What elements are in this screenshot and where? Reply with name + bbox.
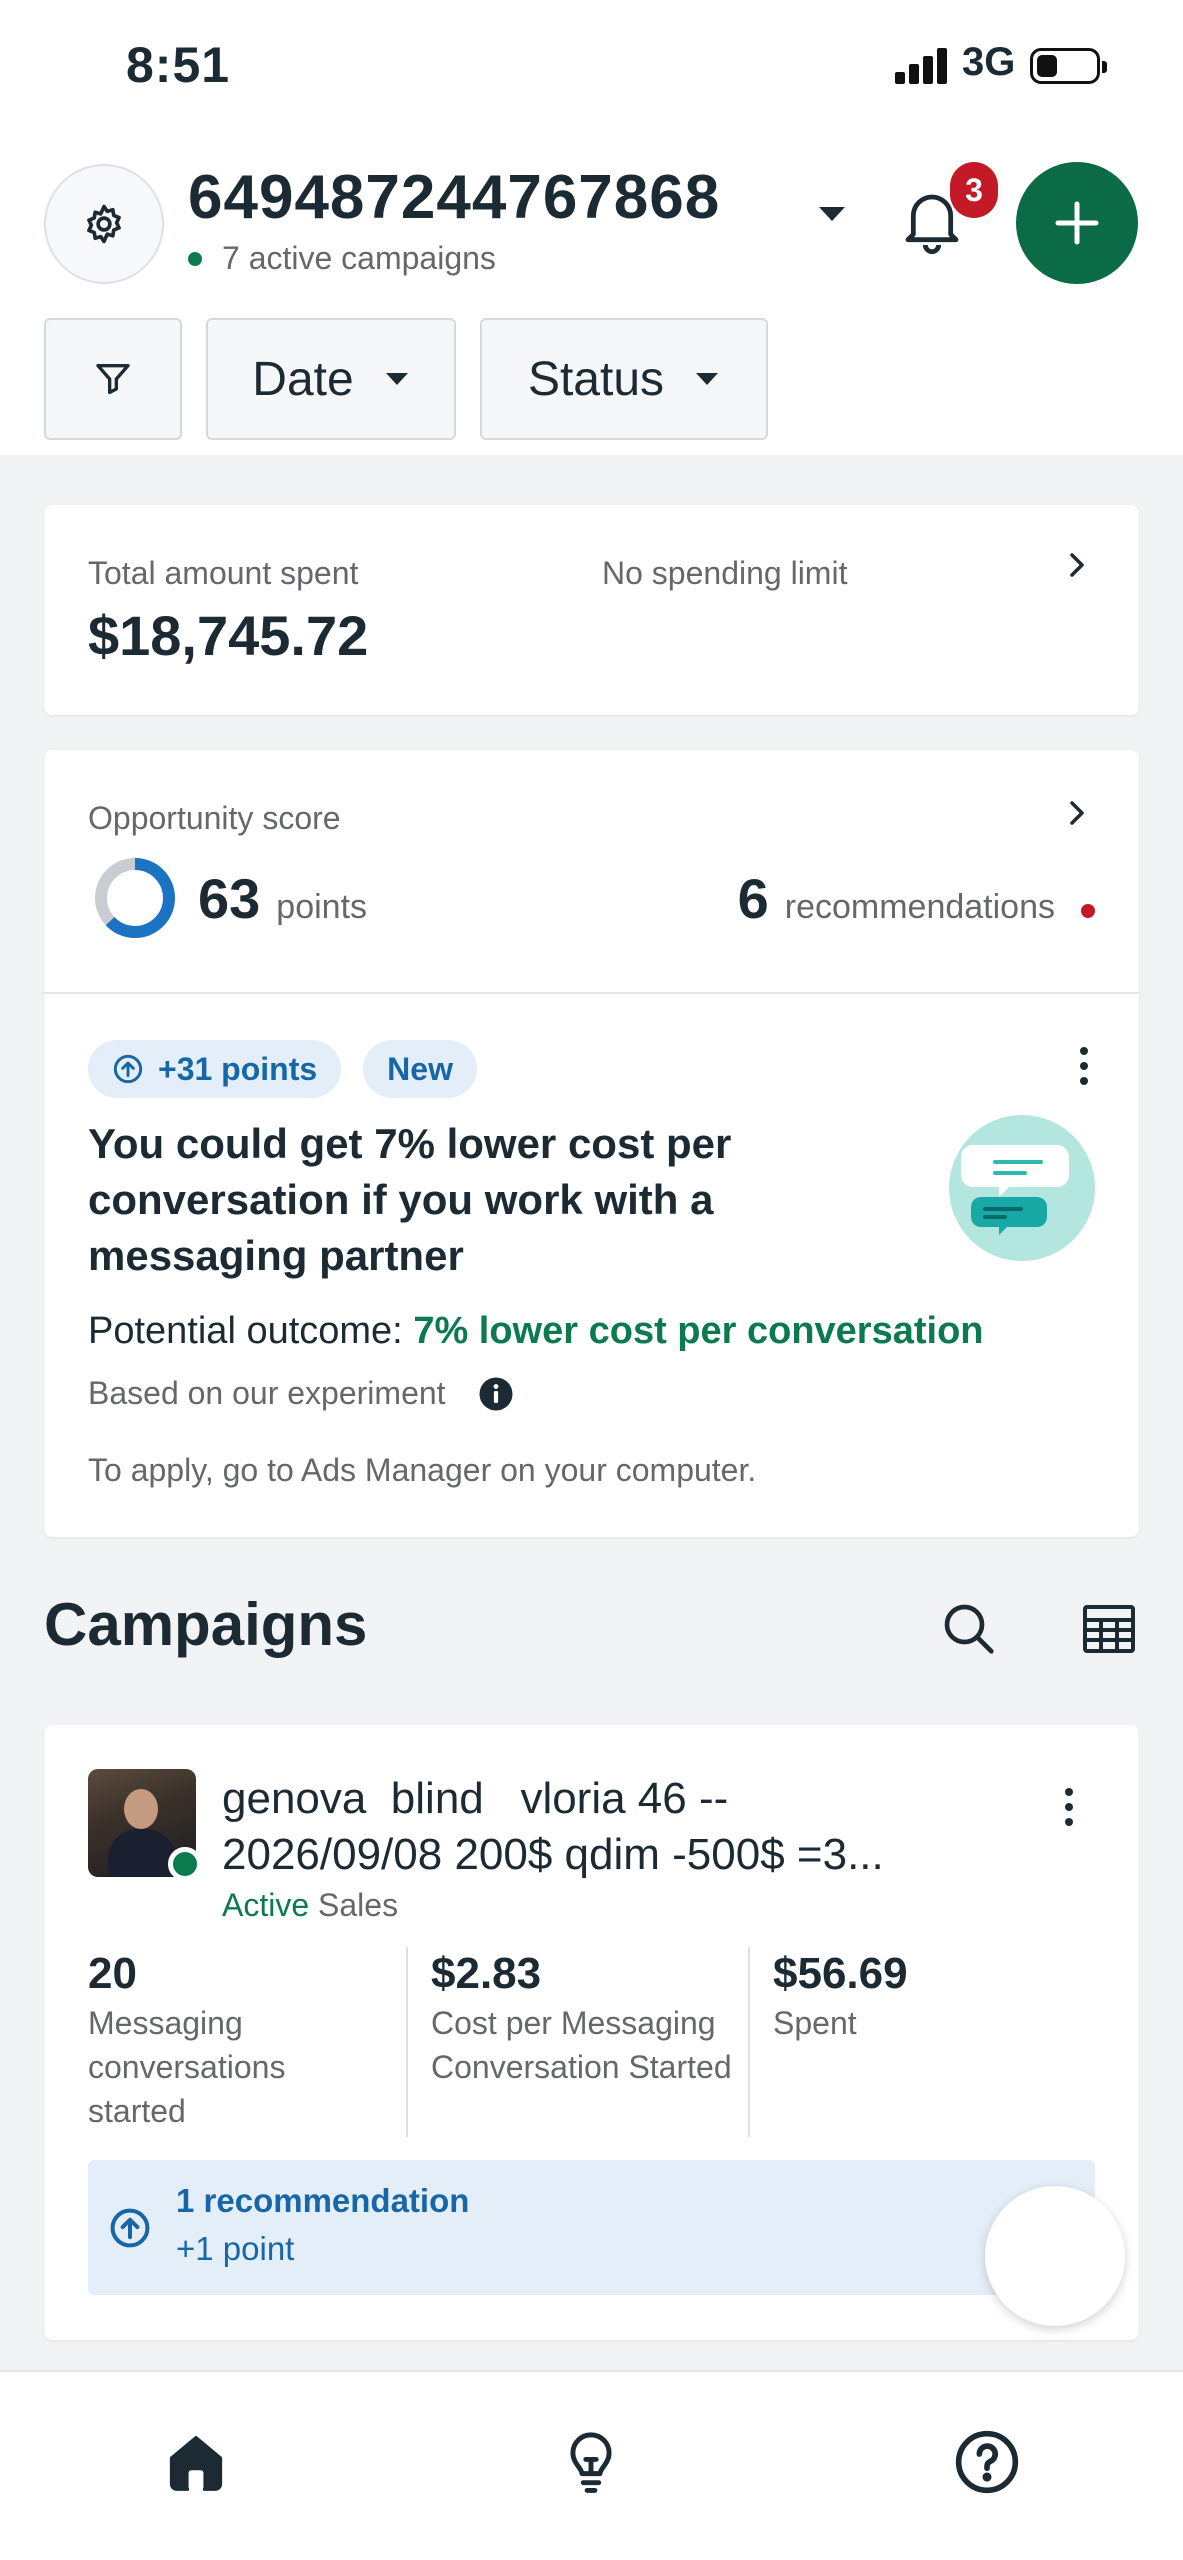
status-time: 8:51	[126, 37, 231, 93]
score-gauge	[95, 858, 175, 938]
active-campaigns-text: 7 active campaigns	[222, 240, 496, 276]
metric-spent: $56.69 Spent	[773, 1949, 1073, 2045]
opportunity-card: Opportunity score 63 points 6 recommenda…	[44, 750, 1139, 1537]
status-filter[interactable]: Status	[480, 318, 768, 440]
recommendation-tags: +31 points New	[88, 1040, 477, 1098]
caret-down-icon	[696, 373, 719, 385]
campaign-recommendation[interactable]: 1 recommendation +1 point	[88, 2160, 1095, 2295]
spending-limit-text: No spending limit	[602, 555, 848, 591]
active-status-dot	[168, 1847, 202, 1881]
active-dot	[188, 251, 202, 266]
bottom-nav	[0, 2370, 1183, 2560]
messaging-illustration-icon	[949, 1115, 1095, 1261]
nav-home[interactable]	[158, 2424, 234, 2500]
date-filter-label: Date	[252, 352, 354, 406]
campaign-objective: Sales	[318, 1887, 399, 1923]
table-view-icon[interactable]	[1082, 1604, 1136, 1654]
divider	[44, 992, 1139, 994]
campaign-name: genova blind vloria 46 -- 2026/09/08 200…	[222, 1774, 884, 1879]
recommendation-title: You could get 7% lower cost per conversa…	[88, 1120, 732, 1279]
score-line: 63 points	[198, 866, 367, 931]
metric-divider	[748, 1947, 750, 2137]
recommendation-points: +1 point	[176, 2230, 295, 2267]
score-value: 63	[198, 867, 261, 930]
filter-button[interactable]	[44, 318, 182, 440]
metric-value: 20	[88, 1949, 137, 1998]
recommendation-count: 1 recommendation	[176, 2182, 470, 2219]
new-pill: New	[363, 1040, 477, 1098]
opportunity-label: Opportunity score	[88, 800, 341, 836]
status-bar: 8:51 3G	[0, 0, 1183, 140]
network-label: 3G	[962, 40, 1016, 84]
filter-bar: Date Status	[44, 318, 768, 440]
status-filter-label: Status	[527, 352, 665, 406]
caret-down-icon	[385, 373, 408, 385]
ads-manager-screen: 8:51 3G 649487244767868 7 active campaig…	[0, 0, 1183, 2560]
filter-icon	[96, 364, 130, 394]
active-campaigns-line: 7 active campaigns	[188, 240, 496, 277]
campaign-more-button[interactable]	[1054, 1777, 1084, 1837]
metric-label: Cost per Messaging Conversation Started	[431, 2005, 732, 2085]
spend-label: Total amount spent	[88, 555, 359, 591]
recommendations-summary: 6 recommendations	[738, 866, 1095, 931]
account-header: 649487244767868 7 active campaigns 3 Dat…	[0, 140, 1183, 455]
recommendation-more-button[interactable]	[1064, 1036, 1104, 1096]
recommendations-count: 6	[737, 867, 769, 930]
spend-amount: $18,745.72	[88, 604, 369, 667]
campaign-card[interactable]: genova blind vloria 46 -- 2026/09/08 200…	[44, 1725, 1139, 2340]
spend-card[interactable]: Total amount spent $18,745.72 No spendin…	[44, 505, 1139, 715]
notification-badge: 3	[950, 162, 998, 218]
help-icon	[955, 2430, 1019, 2494]
score-unit: points	[276, 888, 368, 926]
metric-divider	[406, 1947, 408, 2137]
gear-icon	[87, 204, 121, 244]
points-pill-text: +31 points	[158, 1050, 318, 1087]
metric-label: Spent	[773, 2005, 857, 2041]
basis-line: Based on our experiment	[88, 1375, 514, 1412]
floating-action-button[interactable]	[985, 2186, 1125, 2326]
outcome-value: 7% lower cost per conversation	[413, 1310, 984, 1352]
outcome-label: Potential outcome:	[88, 1310, 403, 1352]
info-icon[interactable]	[478, 1376, 514, 1412]
home-icon	[169, 2435, 223, 2491]
search-icon[interactable]	[940, 1600, 996, 1656]
caret-down-icon	[819, 207, 845, 221]
account-switcher-caret[interactable]	[812, 194, 852, 234]
chevron-right-icon	[1070, 801, 1084, 825]
apply-instructions: To apply, go to Ads Manager on your comp…	[88, 1452, 757, 1488]
plus-icon	[1055, 201, 1099, 245]
metric-value: $2.83	[431, 1949, 542, 1998]
points-pill: +31 points	[88, 1040, 342, 1098]
nav-insights[interactable]	[553, 2424, 629, 2500]
metric-cost-per-conversation: $2.83 Cost per Messaging Conversation St…	[431, 1949, 732, 2089]
recommendations-label: recommendations	[784, 888, 1055, 926]
opportunity-summary[interactable]: Opportunity score 63 points 6 recommenda…	[44, 750, 1139, 992]
campaign-status-line: Active Sales	[222, 1887, 398, 1924]
create-button[interactable]	[1016, 162, 1138, 284]
lightbulb-icon	[570, 2432, 612, 2493]
potential-outcome: Potential outcome: 7% lower cost per con…	[88, 1310, 984, 1353]
arrow-up-circle-icon	[113, 1054, 143, 1084]
metric-conversations: 20 Messaging conversations started	[88, 1949, 388, 2133]
campaigns-heading: Campaigns	[44, 1591, 368, 1658]
campaign-status: Active	[222, 1887, 310, 1923]
battery-icon	[1030, 48, 1107, 84]
account-id[interactable]: 649487244767868	[188, 162, 720, 233]
nav-help[interactable]	[949, 2424, 1025, 2500]
alert-dot	[1081, 904, 1095, 918]
chevron-right-icon	[1070, 553, 1084, 577]
signal-icon	[895, 48, 949, 84]
settings-button[interactable]	[44, 164, 164, 284]
metric-label: Messaging conversations started	[88, 2005, 286, 2129]
metric-value: $56.69	[773, 1949, 908, 1998]
arrow-up-circle-icon	[110, 2208, 150, 2248]
basis-text: Based on our experiment	[88, 1375, 446, 1411]
date-filter[interactable]: Date	[206, 318, 456, 440]
